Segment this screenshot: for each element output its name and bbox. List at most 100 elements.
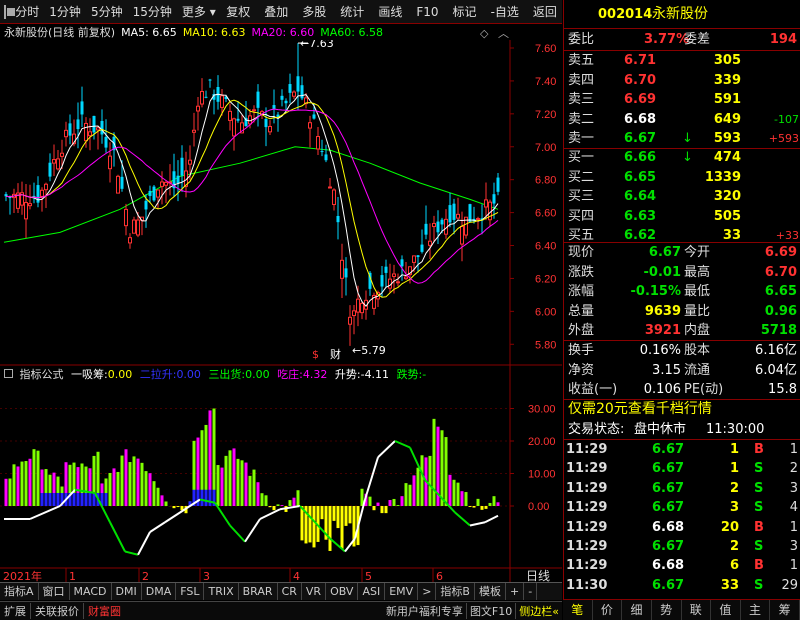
- candle-body-down: [320, 151, 324, 153]
- fundamental-label: PE(动): [684, 382, 724, 397]
- tick-volume: 3: [729, 500, 739, 516]
- indicator-tab-5[interactable]: FSL: [176, 583, 205, 600]
- promo-link[interactable]: 仅需20元查看千档行情: [568, 400, 712, 419]
- indicator-tab-3[interactable]: DMI: [112, 583, 142, 600]
- status-expand[interactable]: 扩展: [0, 603, 30, 619]
- toolbar-btn-more[interactable]: 更多 ▾: [177, 0, 221, 24]
- indicator-tab-4[interactable]: DMA: [142, 583, 177, 600]
- indicator-bar: [320, 506, 324, 520]
- tick-time: 11:29: [566, 500, 608, 516]
- indicator-bar-blue: [48, 493, 52, 506]
- candle-body-down: [288, 84, 292, 93]
- indicator-tab-13[interactable]: >: [418, 583, 437, 600]
- status-related-quotes[interactable]: 关联报价: [30, 603, 83, 619]
- promo-row: 仅需20元查看千档行情: [564, 400, 800, 419]
- candle-body-down: [400, 259, 404, 267]
- sub-window-icon[interactable]: [4, 369, 13, 378]
- toolbar-btn-mark[interactable]: 标记: [448, 0, 482, 24]
- indicator-tab-14[interactable]: 指标B: [436, 583, 475, 600]
- candle-body-down: [148, 190, 152, 196]
- indicator-bar: [348, 506, 352, 524]
- indicator-tab-10[interactable]: OBV: [326, 583, 359, 600]
- candle-body-up: [328, 186, 332, 189]
- indicator-line-segment: [109, 521, 126, 552]
- candle-body-up: [56, 158, 60, 170]
- indicator-line-segment: [137, 531, 151, 556]
- indicator-tab-1[interactable]: 窗口: [39, 583, 70, 600]
- toolbar-btn-1min[interactable]: 1分钟: [44, 0, 86, 24]
- indicator-tab-6[interactable]: TRIX: [204, 583, 239, 600]
- indicator-bar: [112, 468, 116, 506]
- indicator-name[interactable]: 指标公式: [20, 368, 64, 381]
- candle-body-down: [100, 120, 104, 135]
- indicator-tab-17[interactable]: -: [524, 583, 538, 600]
- status-wealth-circle[interactable]: 财富圈: [83, 603, 125, 619]
- indicator-tab-15[interactable]: 模板: [475, 583, 506, 600]
- chart-header-tools: ◇ ︿: [480, 25, 509, 41]
- status-sidebar[interactable]: 侧边栏«: [515, 603, 562, 619]
- candle-body-up: [360, 302, 364, 314]
- stat-label: 涨幅: [568, 284, 595, 299]
- indicator-bar: [116, 471, 120, 506]
- low-label: ←5.79: [352, 344, 386, 357]
- candle-body-down: [492, 194, 496, 204]
- toolbar-btn-15min[interactable]: 15分钟: [128, 0, 177, 24]
- indicator-d-value: 4.32: [302, 368, 328, 381]
- chevron-up-icon[interactable]: ︿: [498, 27, 509, 40]
- indicator-tab-12[interactable]: EMV: [385, 583, 419, 600]
- indicator-tab-16[interactable]: +: [506, 583, 525, 600]
- panel-tab-2[interactable]: 细: [622, 600, 652, 620]
- panel-tab-7[interactable]: 筹: [770, 600, 800, 620]
- indicator-tab-7[interactable]: BRAR: [239, 583, 278, 600]
- status-promo[interactable]: 新用户福利专享: [383, 603, 466, 619]
- toolbar-btn-5min[interactable]: 5分钟: [86, 0, 128, 24]
- indicator-tab-0[interactable]: 指标A: [0, 583, 39, 600]
- indicator-tab-11[interactable]: ASI: [358, 583, 386, 600]
- panel-tab-6[interactable]: 主: [741, 600, 771, 620]
- indicator-bar: [108, 472, 112, 506]
- toolbar-btn-f10[interactable]: F10: [411, 0, 443, 24]
- diamond-icon[interactable]: ◇: [480, 27, 488, 40]
- candle-body-up: [316, 136, 320, 150]
- indicator-line-segment: [484, 514, 499, 524]
- candle-body-down: [440, 219, 444, 225]
- tick-price: 6.67: [652, 500, 685, 516]
- toolbar-btn-adjust[interactable]: 复权: [221, 0, 255, 24]
- kline-chart[interactable]: 7.60 7.40 7.20 7.00 6.80 6.60 6.40 6.20 6.00 5.80…: [0, 40, 562, 582]
- toolbar-btn-back[interactable]: 返回: [528, 0, 562, 24]
- indicator-tab-9[interactable]: VR: [302, 583, 327, 600]
- stat-value: 6.69: [764, 245, 797, 260]
- toolbar-btn-multi[interactable]: 多股: [297, 0, 331, 24]
- tick-time: 11:29: [566, 558, 608, 574]
- window-icon[interactable]: [4, 4, 17, 19]
- indicator-line-segment: [394, 440, 411, 449]
- candle-body-down: [416, 255, 420, 258]
- indicator-line-segment: [164, 508, 186, 524]
- candle-body-up: [308, 122, 312, 129]
- x-period-label: 日线: [526, 569, 550, 582]
- toolbar-btn-draw[interactable]: 画线: [373, 0, 407, 24]
- candle-body-up: [428, 240, 432, 246]
- sell-level-row: 卖三 6.69 591: [564, 90, 800, 109]
- candle-body-up: [136, 219, 140, 236]
- indicator-bars: [4, 408, 500, 556]
- toolbar-btn-intraday[interactable]: 分时: [10, 0, 44, 24]
- indicator-tab-8[interactable]: CR: [278, 583, 302, 600]
- panel-tab-1[interactable]: 价: [593, 600, 623, 620]
- tick-count: 1: [789, 442, 798, 457]
- x-month-label: 2: [142, 570, 149, 582]
- panel-tab-3[interactable]: 势: [652, 600, 682, 620]
- buy-level-row: 买二 6.65 1339: [564, 168, 800, 187]
- panel-tab-0[interactable]: 笔: [563, 600, 593, 620]
- panel-tab-4[interactable]: 联: [682, 600, 712, 620]
- toolbar-btn-overlay[interactable]: 叠加: [259, 0, 293, 24]
- toolbar-btn-remove-watchlist[interactable]: -自选: [486, 0, 524, 24]
- status-f10[interactable]: 图文F10: [465, 603, 515, 619]
- indicator-bar-blue: [76, 493, 80, 506]
- tick-direction: B: [754, 442, 764, 457]
- indicator-bar: [488, 502, 492, 506]
- indicator-tab-2[interactable]: MACD: [70, 583, 112, 600]
- panel-tab-5[interactable]: 值: [711, 600, 741, 620]
- price-tick-label: 6.00: [535, 306, 556, 318]
- toolbar-btn-stats[interactable]: 统计: [335, 0, 369, 24]
